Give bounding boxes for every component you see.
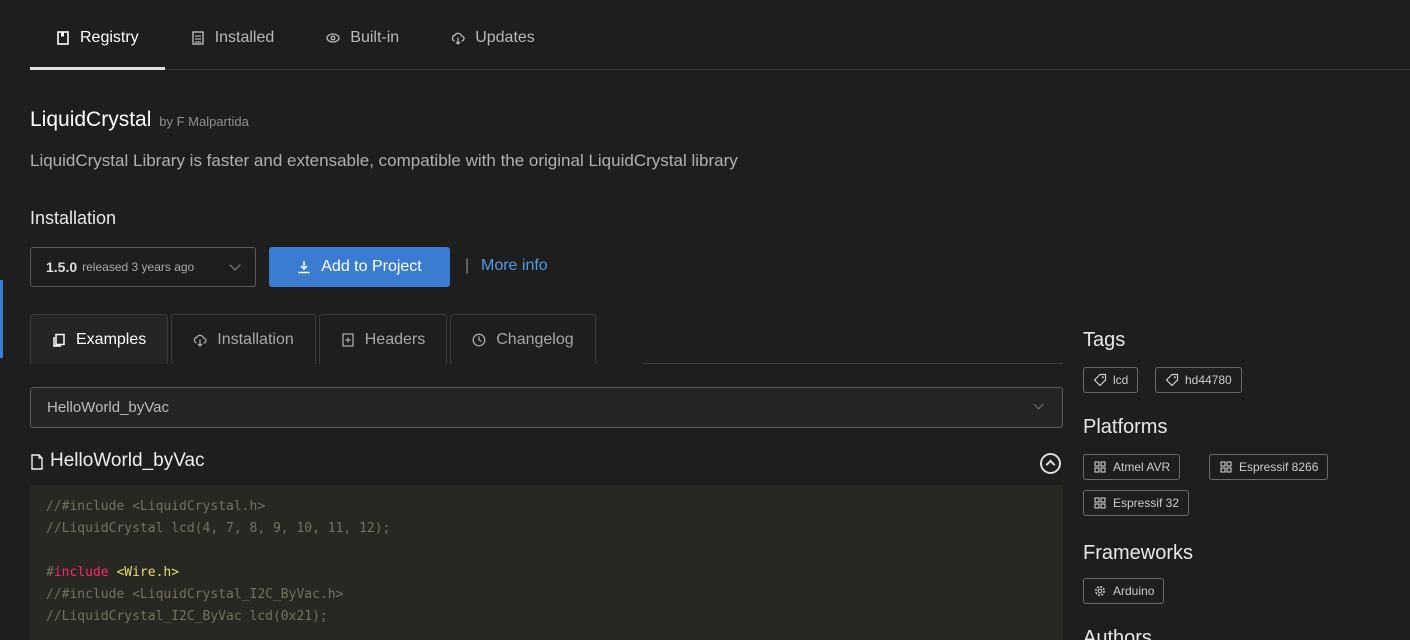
tab-built-in[interactable]: Built-in bbox=[300, 7, 425, 69]
tab-label: Installed bbox=[214, 29, 275, 46]
tab-changelog[interactable]: Changelog bbox=[450, 314, 596, 364]
tag-icon bbox=[1165, 373, 1179, 387]
clock-icon bbox=[472, 333, 486, 347]
code-token: <Wire.h> bbox=[116, 565, 180, 580]
chevron-down-icon bbox=[1033, 399, 1044, 410]
platform-label: Espressif 32 bbox=[1113, 496, 1180, 510]
tab-label: Built-in bbox=[350, 29, 400, 46]
copy-icon bbox=[52, 333, 66, 347]
tag-label: lcd bbox=[1113, 373, 1129, 387]
code-line: #include <Wire.h> bbox=[46, 562, 1063, 584]
version-number: 1.5.0 bbox=[46, 259, 78, 275]
tab-headers[interactable]: Headers bbox=[318, 314, 448, 364]
top-nav: Registry Installed Built-in Updates bbox=[30, 7, 1410, 70]
platform-label: Espressif 8266 bbox=[1239, 460, 1319, 474]
eye-icon bbox=[326, 31, 340, 45]
code-line: //#include <LiquidCrystal_I2C_ByVac.h> bbox=[46, 584, 1063, 606]
code-token: //LiquidCrystal lcd(4, 7, 8, 9, 10, 11, … bbox=[46, 521, 391, 536]
library-title: LiquidCrystal by F Malpartida bbox=[30, 108, 249, 132]
add-to-project-button[interactable]: Add to Project bbox=[269, 247, 450, 287]
grid-icon bbox=[1093, 460, 1107, 474]
platform-chip-espressif-32[interactable]: Espressif 32 bbox=[1083, 490, 1190, 516]
download-icon bbox=[297, 260, 311, 274]
framework-label: Arduino bbox=[1113, 584, 1155, 598]
grid-icon bbox=[1219, 460, 1233, 474]
tab-label: Registry bbox=[80, 29, 139, 46]
version-released: released 3 years ago bbox=[82, 260, 195, 274]
library-author: by F Malpartida bbox=[159, 114, 249, 129]
example-select-value: HelloWorld_byVac bbox=[47, 399, 169, 416]
platform-chip-espressif-8266[interactable]: Espressif 8266 bbox=[1209, 454, 1329, 480]
tag-icon bbox=[1093, 373, 1107, 387]
example-title-text: HelloWorld_byVac bbox=[50, 450, 205, 471]
cloud-download-icon bbox=[451, 31, 465, 45]
code-token: # bbox=[46, 565, 54, 580]
tab-label: Examples bbox=[76, 330, 147, 348]
platforms-heading: Platforms bbox=[1083, 416, 1168, 438]
version-select[interactable]: 1.5.0 released 3 years ago bbox=[30, 247, 256, 287]
code-block: //#include <LiquidCrystal.h> //LiquidCrys… bbox=[30, 485, 1063, 640]
collapse-icon[interactable] bbox=[1040, 453, 1061, 474]
more-info-link[interactable]: More info bbox=[481, 257, 548, 275]
add-button-label: Add to Project bbox=[321, 258, 422, 275]
code-line: //#include <LiquidCrystal.h> bbox=[46, 496, 1063, 518]
code-token: //#include <LiquidCrystal.h> bbox=[46, 499, 266, 514]
separator: | bbox=[465, 257, 470, 274]
bookmark-icon bbox=[56, 31, 70, 45]
code-line: //LiquidCrystal lcd(4, 7, 8, 9, 10, 11, … bbox=[46, 518, 1063, 540]
library-description: LiquidCrystal Library is faster and exte… bbox=[30, 151, 738, 170]
gear-icon bbox=[1093, 584, 1107, 598]
tab-label: Changelog bbox=[496, 330, 574, 348]
authors-heading: Authors bbox=[1083, 627, 1152, 640]
code-line: //LiquidCrystal_I2C_ByVac lcd(0x21); bbox=[46, 606, 1063, 628]
tag-label: hd44780 bbox=[1185, 373, 1232, 387]
tags-heading: Tags bbox=[1083, 329, 1126, 351]
code-token: //#include <LiquidCrystal_I2C_ByVac.h> bbox=[46, 587, 344, 602]
list-icon bbox=[191, 31, 205, 45]
tabs-divider bbox=[643, 363, 1063, 364]
chevron-down-icon bbox=[229, 259, 241, 271]
tag-chip-hd44780[interactable]: hd44780 bbox=[1155, 367, 1242, 393]
tag-chip-lcd[interactable]: lcd bbox=[1083, 367, 1139, 393]
tab-updates[interactable]: Updates bbox=[425, 7, 561, 69]
example-title: HelloWorld_byVac bbox=[30, 450, 205, 472]
code-token: include bbox=[53, 565, 109, 580]
platform-label: Atmel AVR bbox=[1113, 460, 1171, 474]
tab-installed[interactable]: Installed bbox=[165, 7, 301, 69]
library-page: Registry Installed Built-in Updates Liqu… bbox=[0, 0, 1410, 640]
library-name: LiquidCrystal bbox=[30, 108, 152, 131]
platform-chip-atmel-avr[interactable]: Atmel AVR bbox=[1083, 454, 1181, 480]
file-plus-icon bbox=[341, 332, 355, 347]
tab-installation[interactable]: Installation bbox=[171, 314, 316, 364]
tab-registry[interactable]: Registry bbox=[30, 7, 165, 70]
example-select[interactable]: HelloWorld_byVac bbox=[30, 387, 1063, 428]
left-accent-bar bbox=[0, 280, 3, 358]
code-token: //LiquidCrystal_I2C_ByVac lcd(0x21); bbox=[46, 609, 328, 624]
file-icon bbox=[30, 454, 44, 470]
tab-label: Updates bbox=[475, 29, 535, 46]
installation-heading: Installation bbox=[30, 208, 117, 228]
tab-label: Headers bbox=[364, 330, 426, 348]
framework-chip-arduino[interactable]: Arduino bbox=[1083, 578, 1165, 604]
detail-tabs: Examples Installation Headers Changelog bbox=[30, 314, 596, 364]
frameworks-heading: Frameworks bbox=[1083, 542, 1194, 564]
tab-examples[interactable]: Examples bbox=[30, 314, 169, 364]
cloud-download-icon bbox=[193, 333, 207, 347]
tab-label: Installation bbox=[217, 330, 294, 348]
grid-icon bbox=[1093, 496, 1107, 510]
